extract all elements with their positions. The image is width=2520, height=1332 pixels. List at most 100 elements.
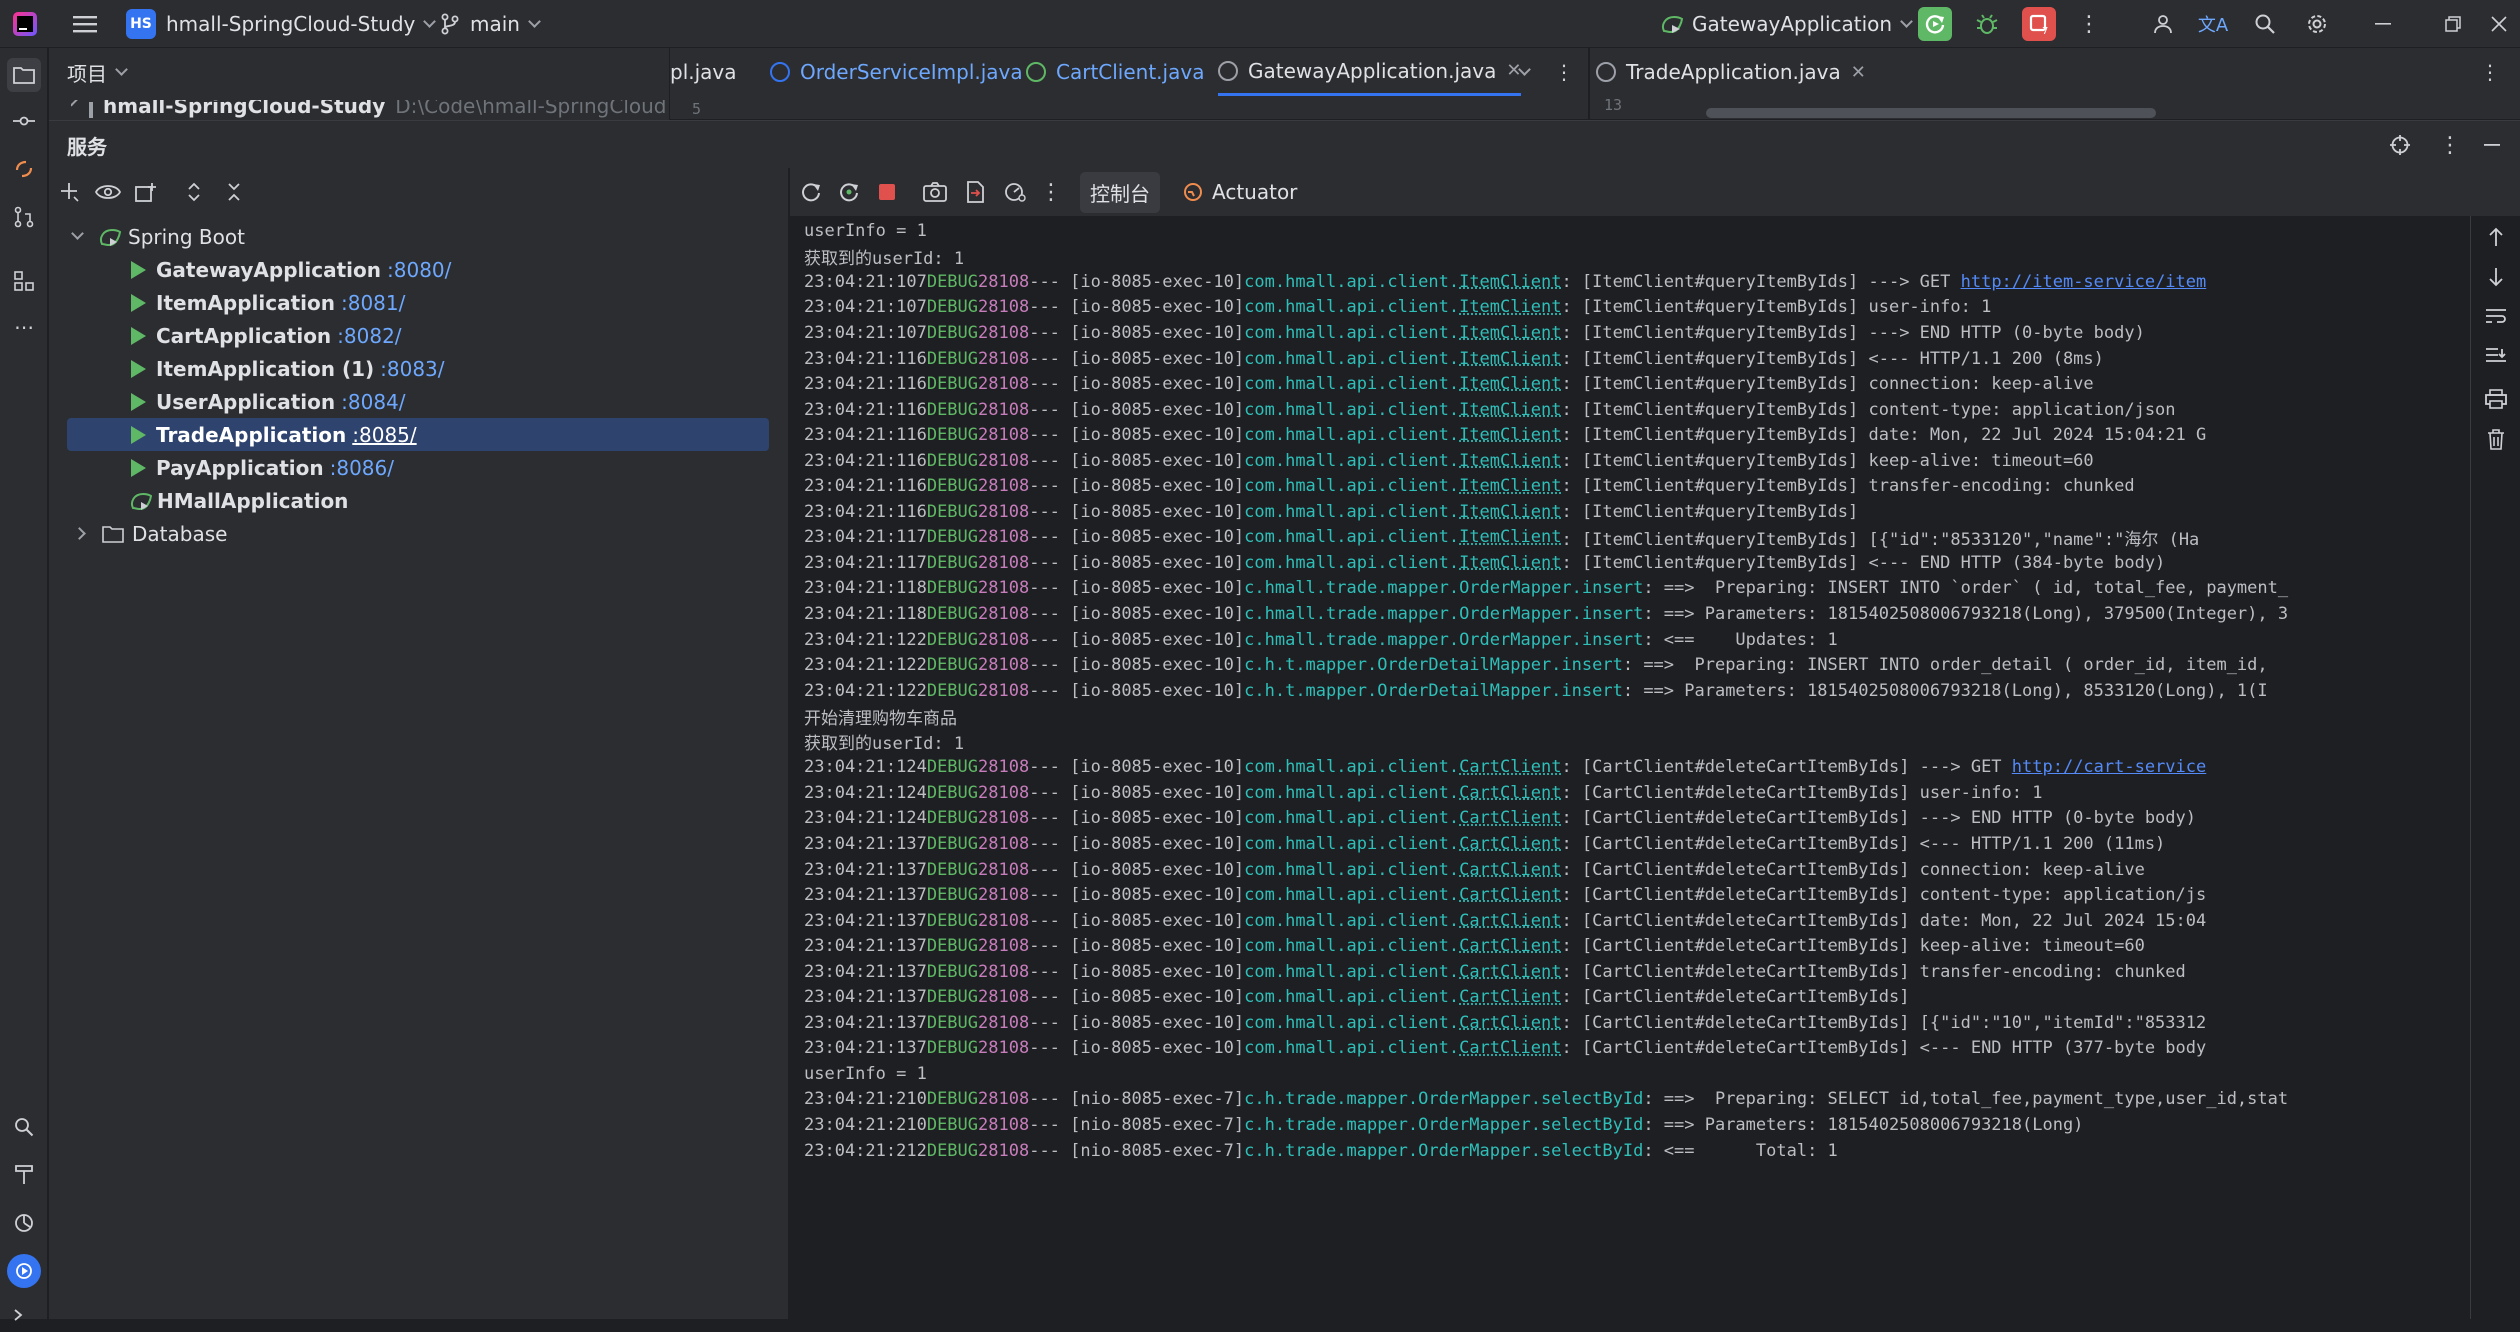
editor-tab[interactable]: CartClient.java — [1026, 48, 1204, 96]
soft-wrap-icon[interactable] — [2479, 300, 2513, 334]
more-icon[interactable]: ⋮ — [2072, 7, 2106, 41]
log-link[interactable]: http://item-service/item — [1961, 272, 2207, 292]
target-icon[interactable] — [2383, 128, 2417, 162]
log-logger-class[interactable]: ItemClient — [1459, 323, 1561, 343]
log-logger-class[interactable]: CartClient — [1459, 783, 1561, 803]
log-logger-class[interactable]: ItemClient — [1459, 451, 1561, 471]
stop-icon[interactable] — [870, 175, 904, 209]
add-service-icon[interactable] — [53, 175, 87, 209]
console-output[interactable]: userInfo = 1 获取到的userId: 1 23:04:21:107 DE… — [790, 216, 2470, 1319]
tree-item-app[interactable]: HMallApplication — [49, 484, 789, 517]
horizontal-scrollbar[interactable] — [1706, 108, 2156, 118]
tree-group-database[interactable]: Database — [49, 517, 789, 550]
log-logger[interactable]: com.hmall.api.client. — [1244, 987, 1459, 1007]
tree-item-app[interactable]: PayApplication:8086/ — [49, 451, 789, 484]
branch-selector[interactable]: main — [440, 0, 541, 48]
collapse-all-icon[interactable] — [217, 175, 251, 209]
log-logger[interactable]: com.hmall.api.client. — [1244, 527, 1459, 547]
commit-icon[interactable] — [7, 104, 41, 138]
eye-icon[interactable] — [91, 175, 125, 209]
log-logger[interactable]: com.hmall.api.client. — [1244, 553, 1459, 573]
log-logger-class[interactable]: CartClient — [1459, 1038, 1561, 1058]
log-logger[interactable]: com.hmall.api.client. — [1244, 451, 1459, 471]
log-logger[interactable]: com.hmall.api.client. — [1244, 808, 1459, 828]
folder-icon[interactable] — [7, 58, 41, 92]
more-icon[interactable]: ⋮ — [1554, 48, 1574, 96]
tree-item-app[interactable]: ItemApplication:8081/ — [49, 286, 789, 319]
log-logger[interactable]: com.hmall.api.client. — [1244, 425, 1459, 445]
terminal-icon[interactable] — [7, 1298, 41, 1332]
scroll-up-icon[interactable] — [2479, 220, 2513, 254]
log-logger-class[interactable]: ItemClient — [1459, 272, 1561, 292]
log-logger-class[interactable]: CartClient — [1459, 757, 1561, 777]
log-logger-class[interactable]: CartClient — [1459, 1013, 1561, 1033]
more-icon[interactable]: ⋮ — [2480, 48, 2500, 96]
scroll-to-end-icon[interactable] — [2479, 340, 2513, 374]
structure-icon[interactable] — [7, 264, 41, 298]
debug-icon[interactable] — [1970, 7, 2004, 41]
log-logger-class[interactable]: CartClient — [1459, 911, 1561, 931]
log-logger[interactable]: com.hmall.api.client. — [1244, 502, 1459, 522]
profiler-icon[interactable] — [998, 175, 1032, 209]
tree-item-app[interactable]: GatewayApplication:8080/ — [49, 253, 789, 286]
log-logger-class[interactable]: CartClient — [1459, 834, 1561, 854]
build-icon[interactable] — [7, 1158, 41, 1192]
log-logger-class[interactable]: ItemClient — [1459, 374, 1561, 394]
editor-tab[interactable]: OrderServiceImpl.java — [770, 48, 1023, 96]
log-logger[interactable]: com.hmall.api.client. — [1244, 400, 1459, 420]
log-logger-class[interactable]: CartClient — [1459, 962, 1561, 982]
log-logger[interactable]: com.hmall.api.client. — [1244, 374, 1459, 394]
search-icon[interactable] — [7, 1110, 41, 1144]
dump-threads-icon[interactable] — [958, 175, 992, 209]
translate-icon[interactable]: 文A — [2196, 7, 2230, 41]
tabs-dropdown[interactable] — [1510, 48, 1531, 96]
camera-icon[interactable] — [918, 175, 952, 209]
log-logger-class[interactable]: ItemClient — [1459, 502, 1561, 522]
rerun-icon[interactable] — [1918, 7, 1952, 41]
log-logger-class[interactable]: CartClient — [1459, 860, 1561, 880]
log-logger[interactable]: com.hmall.api.client. — [1244, 911, 1459, 931]
tree-item-app[interactable]: CartApplication:8082/ — [49, 319, 789, 352]
log-logger[interactable]: com.hmall.api.client. — [1244, 885, 1459, 905]
log-logger-class[interactable]: ItemClient — [1459, 400, 1561, 420]
log-logger[interactable]: com.hmall.api.client. — [1244, 1038, 1459, 1058]
log-logger[interactable]: c.hmall.trade.mapper.OrderMapper.insert — [1244, 630, 1643, 650]
print-icon[interactable] — [2479, 382, 2513, 416]
tab-actuator[interactable]: Actuator — [1182, 168, 1297, 216]
search-icon[interactable] — [2248, 7, 2282, 41]
restore-icon[interactable] — [2436, 7, 2470, 41]
tree-item-app[interactable]: UserApplication:8084/ — [49, 385, 789, 418]
more-tools-icon[interactable]: ⋯ — [7, 310, 41, 344]
log-logger[interactable]: c.h.trade.mapper.OrderMapper.selectById — [1244, 1141, 1643, 1161]
log-logger[interactable]: com.hmall.api.client. — [1244, 323, 1459, 343]
log-logger[interactable]: com.hmall.api.client. — [1244, 757, 1459, 777]
profiler-icon[interactable] — [7, 1206, 41, 1240]
log-logger-class[interactable]: ItemClient — [1459, 527, 1561, 547]
tree-item-app-selected[interactable]: TradeApplication:8085/ — [67, 418, 769, 451]
log-logger[interactable]: c.h.t.mapper.OrderDetailMapper.insert — [1244, 681, 1623, 701]
pull-request-icon[interactable] — [7, 200, 41, 234]
log-logger[interactable]: c.h.trade.mapper.OrderMapper.selectById — [1244, 1115, 1643, 1135]
log-logger-class[interactable]: CartClient — [1459, 936, 1561, 956]
log-logger-class[interactable]: ItemClient — [1459, 297, 1561, 317]
log-logger-class[interactable]: CartClient — [1459, 987, 1561, 1007]
close-icon[interactable] — [2482, 7, 2516, 41]
log-logger-class[interactable]: ItemClient — [1459, 553, 1561, 573]
project-panel-title[interactable]: 项目 — [67, 58, 128, 86]
log-logger[interactable]: com.hmall.api.client. — [1244, 297, 1459, 317]
log-logger[interactable]: c.h.t.mapper.OrderDetailMapper.insert — [1244, 655, 1623, 675]
expand-all-icon[interactable] — [177, 175, 211, 209]
log-logger-class[interactable]: CartClient — [1459, 808, 1561, 828]
log-logger[interactable]: com.hmall.api.client. — [1244, 476, 1459, 496]
hide-panel-icon[interactable] — [2475, 128, 2509, 162]
tab-console[interactable]: 控制台 — [1080, 168, 1160, 216]
editor-tab[interactable]: pl.java — [670, 48, 737, 96]
services-icon[interactable] — [7, 1254, 41, 1288]
log-logger[interactable]: com.hmall.api.client. — [1244, 834, 1459, 854]
editor-tab-right[interactable]: TradeApplication.java ✕ — [1596, 48, 1866, 96]
stop-icon[interactable]: 7 — [2022, 7, 2056, 41]
project-selector[interactable]: HS hmall-SpringCloud-Study — [126, 0, 437, 48]
run-config-selector[interactable]: GatewayApplication — [1660, 0, 1913, 48]
minimize-icon[interactable] — [2366, 7, 2400, 41]
project-root-row[interactable]: hmall-SpringCloud-Study D:\Code\hmall-Sp… — [71, 100, 667, 120]
